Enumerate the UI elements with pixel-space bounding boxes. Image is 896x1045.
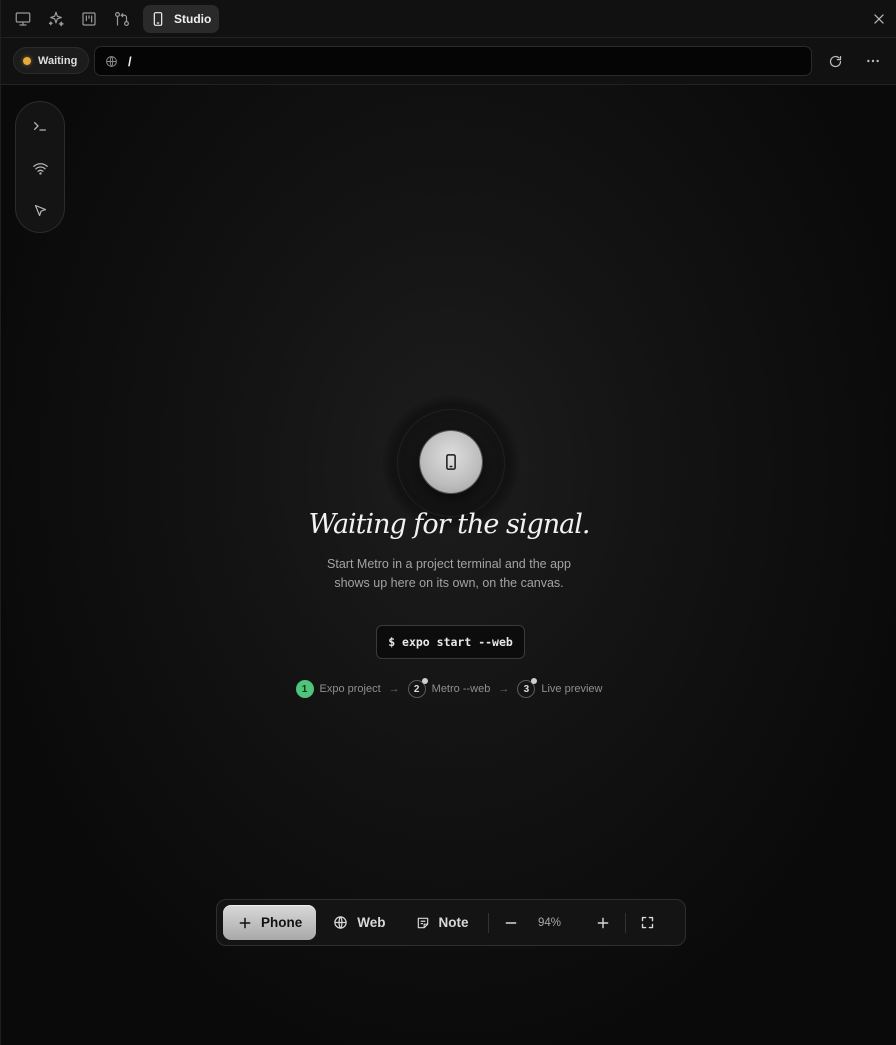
plus-icon bbox=[597, 917, 608, 928]
step-live-preview: 3 Live preview bbox=[517, 678, 603, 698]
fit-view-button[interactable] bbox=[632, 907, 664, 939]
pointer-icon bbox=[34, 204, 46, 216]
pending-dot bbox=[531, 678, 538, 684]
tab-monitor[interactable] bbox=[8, 5, 38, 33]
terminal-button[interactable] bbox=[29, 115, 51, 137]
pointer-button[interactable] bbox=[29, 199, 51, 221]
terminal-icon bbox=[34, 122, 46, 131]
step-label: Live preview bbox=[541, 683, 603, 695]
toolbar-divider bbox=[624, 912, 626, 933]
close-icon bbox=[874, 14, 884, 24]
add-web-button[interactable]: Web bbox=[320, 905, 398, 940]
step-number: 1 bbox=[295, 680, 314, 698]
status-badge[interactable]: Waiting bbox=[13, 47, 90, 74]
smartphone-icon bbox=[153, 11, 163, 26]
tab-sparkles[interactable] bbox=[41, 5, 71, 33]
git-compare-icon bbox=[115, 11, 129, 26]
empty-state-description: Start Metro in a project terminal and th… bbox=[327, 557, 571, 590]
tab-studio-label: Studio bbox=[174, 11, 212, 26]
kanban-icon bbox=[82, 11, 96, 26]
refresh-icon bbox=[829, 55, 841, 67]
minus-icon bbox=[505, 921, 516, 924]
web-label: Web bbox=[357, 915, 386, 930]
studio-window: Studio Waiting / Waiting for the signal.… bbox=[0, 0, 896, 1045]
step-number: 2 bbox=[407, 678, 428, 698]
wifi-icon bbox=[32, 162, 48, 175]
sparkles-icon bbox=[48, 11, 64, 26]
url-field[interactable] bbox=[94, 46, 812, 76]
step-expo-project: 1 Expo project bbox=[295, 680, 381, 698]
phone-orb bbox=[420, 431, 482, 493]
step-label: Expo project bbox=[319, 683, 381, 695]
refresh-button[interactable] bbox=[825, 51, 845, 71]
globe-icon bbox=[106, 55, 117, 67]
zoom-in-button[interactable] bbox=[587, 907, 619, 939]
command-snippet[interactable]: $ expo start --web bbox=[376, 625, 525, 659]
tab-git-compare[interactable] bbox=[107, 5, 137, 33]
status-label: Waiting bbox=[38, 54, 78, 67]
step-label: Metro --web bbox=[431, 683, 491, 695]
globe-icon bbox=[334, 916, 348, 929]
tab-bar: Studio bbox=[1, 0, 896, 38]
setup-steps: 1 Expo project → 2 Metro --web → 3 Live … bbox=[1, 678, 896, 698]
more-horizontal-icon bbox=[867, 59, 879, 63]
step-number-text: 2 bbox=[413, 683, 420, 695]
arrow-right-icon: → bbox=[388, 683, 400, 695]
smartphone-icon bbox=[446, 454, 456, 470]
maximize-icon bbox=[641, 916, 654, 929]
step-number-text: 3 bbox=[523, 683, 530, 695]
bottom-toolbar: Phone Web Note 94% bbox=[216, 899, 686, 946]
add-phone-button[interactable]: Phone bbox=[223, 905, 317, 940]
toolbar-divider bbox=[487, 912, 489, 933]
phone-label: Phone bbox=[261, 915, 303, 930]
empty-state-title: Waiting for the signal. bbox=[308, 509, 591, 540]
address-bar: Waiting bbox=[1, 38, 896, 85]
zoom-level: 94% bbox=[538, 916, 562, 929]
status-dot bbox=[23, 56, 31, 65]
wifi-button[interactable] bbox=[29, 157, 51, 179]
plus-icon bbox=[239, 917, 251, 928]
step-metro-web: 2 Metro --web bbox=[407, 678, 491, 698]
sticky-note-icon bbox=[417, 917, 428, 928]
url-input[interactable] bbox=[128, 53, 788, 69]
tab-studio[interactable]: Studio bbox=[143, 4, 220, 33]
tab-kanban[interactable] bbox=[74, 5, 104, 33]
arrow-right-icon: → bbox=[498, 683, 510, 695]
pending-dot bbox=[421, 678, 428, 684]
zoom-out-button[interactable] bbox=[495, 907, 527, 939]
note-label: Note bbox=[438, 915, 469, 930]
add-note-button[interactable]: Note bbox=[403, 905, 482, 940]
close-button[interactable] bbox=[869, 9, 889, 29]
more-button[interactable] bbox=[863, 51, 883, 71]
step-number: 3 bbox=[517, 678, 538, 698]
monitor-icon bbox=[15, 11, 31, 26]
tool-rail bbox=[15, 101, 65, 233]
